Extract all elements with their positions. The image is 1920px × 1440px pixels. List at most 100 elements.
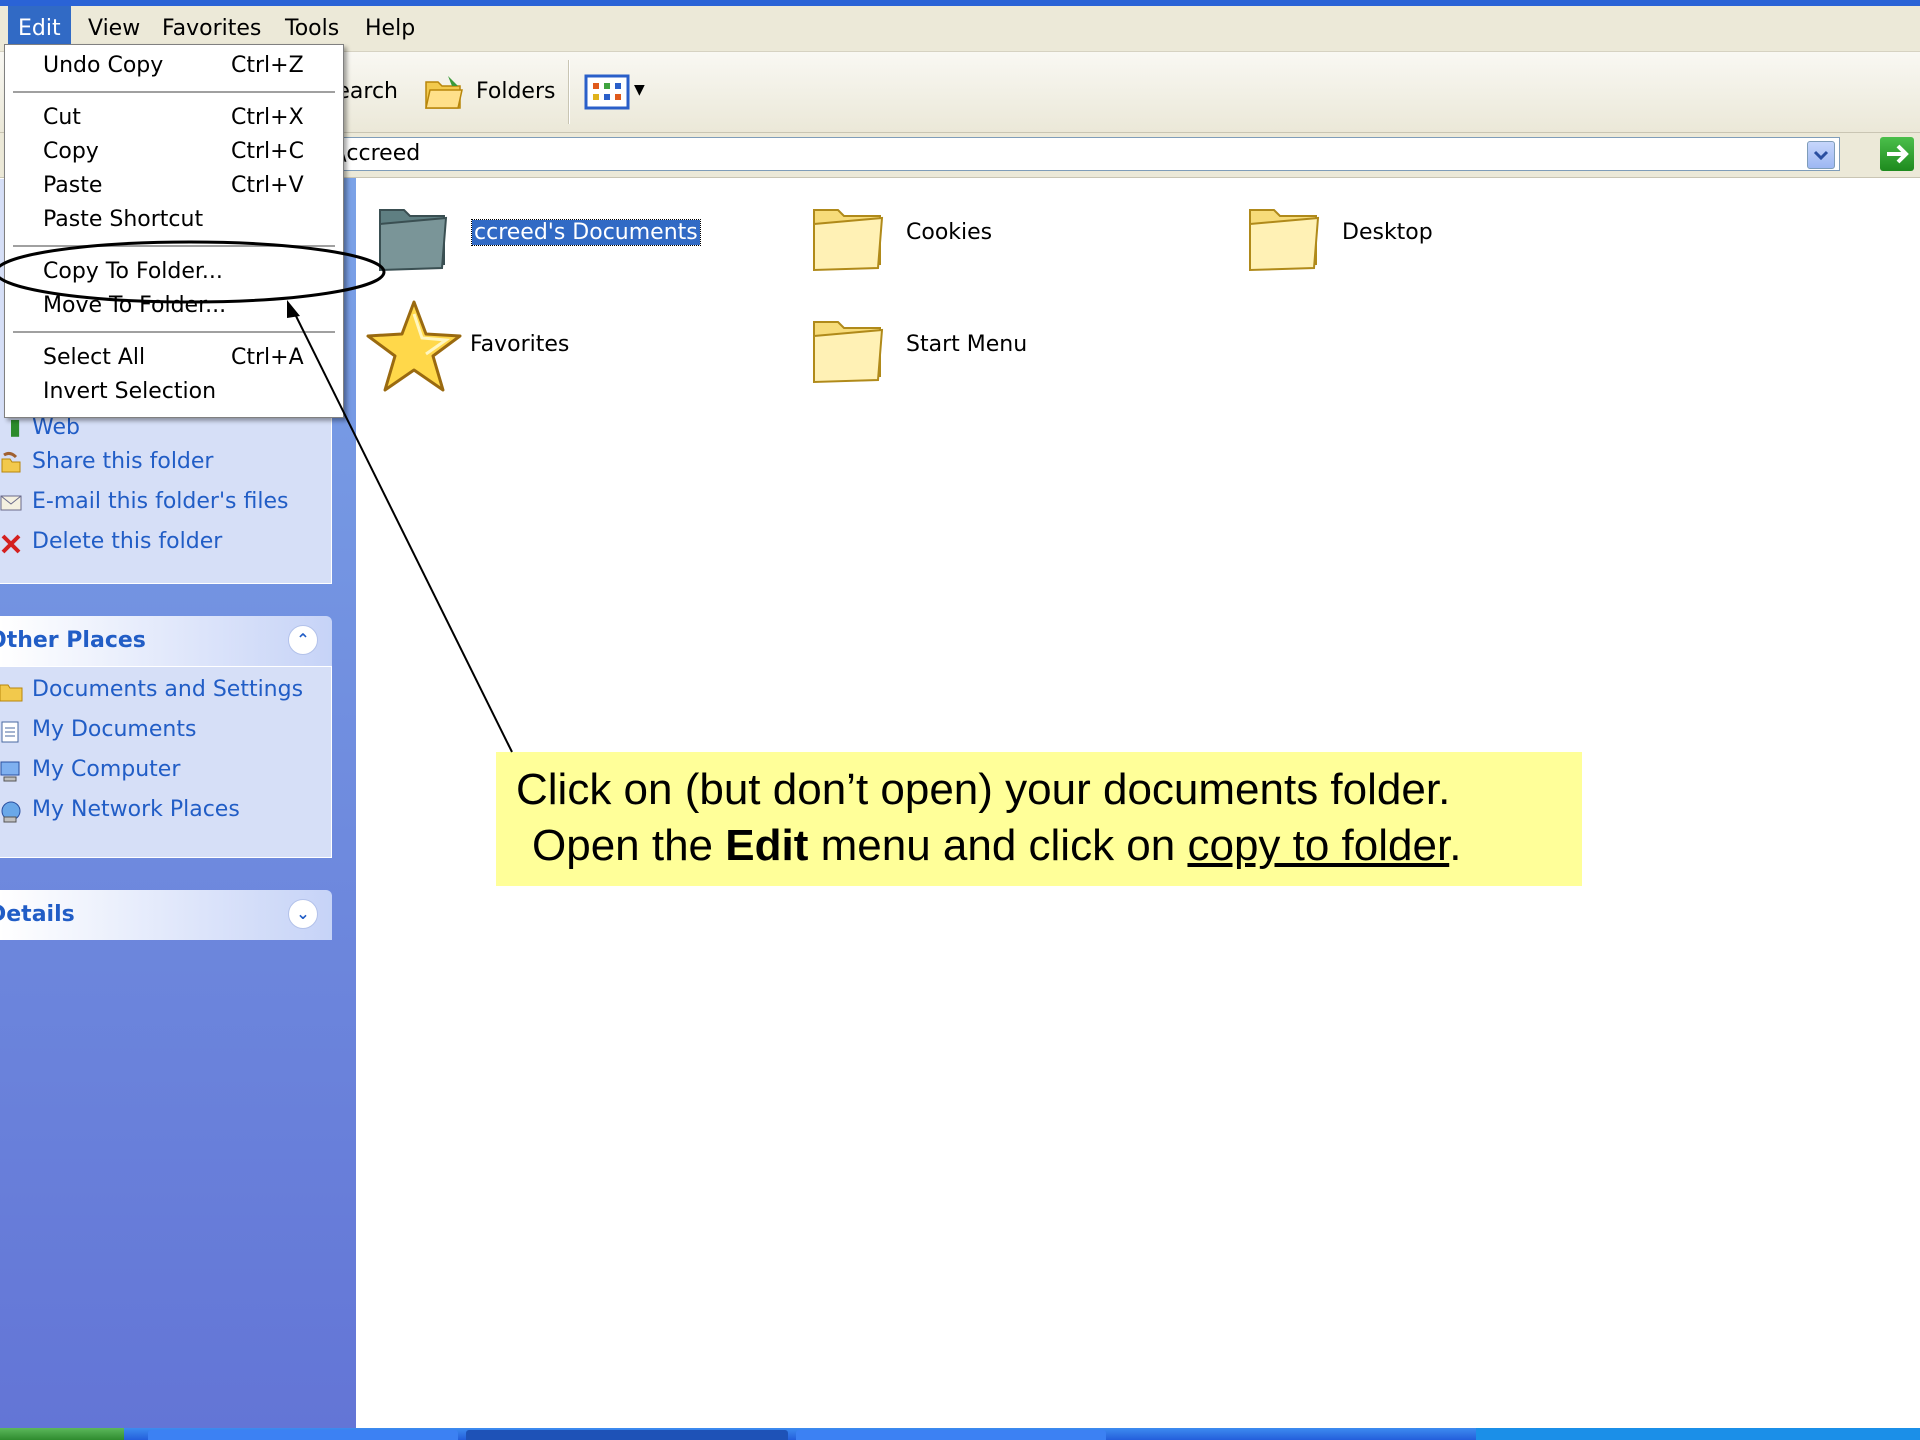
place-label: Documents and Settings — [32, 677, 304, 702]
star-icon — [366, 300, 462, 392]
taskbar — [0, 1428, 1920, 1440]
callout-text: Open the — [532, 821, 726, 870]
other-places-title: Other Places — [0, 628, 146, 653]
task-link-web[interactable]: ▮ Web — [9, 415, 80, 440]
place-documents-and-settings[interactable]: Documents and Settings — [0, 677, 304, 702]
file-item-favorites[interactable]: Favorites — [366, 298, 666, 394]
views-dropdown-arrow-icon: ▼ — [634, 82, 645, 98]
details-header[interactable]: Details ⌄ — [0, 890, 332, 940]
menu-item-label: Invert Selection — [43, 379, 217, 404]
task-link-label: Delete this folder — [32, 529, 223, 554]
menu-item-copy-to-folder[interactable]: Copy To Folder... — [5, 255, 343, 289]
callout-text: menu and click on — [808, 821, 1188, 870]
file-item-ccreeds-documents[interactable]: ccreed's Documents — [372, 196, 701, 276]
place-my-network-places[interactable]: My Network Places — [1, 797, 240, 823]
folder-icon — [1249, 209, 1320, 272]
address-input[interactable]: \ccreed — [330, 137, 1840, 171]
menu-separator — [13, 245, 335, 247]
menu-item-shortcut: Ctrl+Z — [231, 53, 304, 78]
expand-down-icon[interactable]: ⌄ — [288, 899, 318, 929]
address-value: \ccreed — [339, 141, 421, 166]
go-arrow-icon — [1887, 144, 1909, 164]
system-tray — [1476, 1428, 1920, 1440]
instruction-callout: Click on (but don’t open) your documents… — [496, 752, 1582, 886]
callout-line-2: Open the Edit menu and click on copy to … — [532, 818, 1461, 874]
menu-item-shortcut: Ctrl+C — [231, 139, 304, 164]
menu-item-label: Copy — [43, 139, 99, 164]
folders-button[interactable]: Folders — [420, 70, 560, 114]
address-dropdown-button[interactable] — [1807, 141, 1835, 169]
menu-item-copy[interactable]: Copy Ctrl+C — [5, 135, 343, 169]
file-label: Start Menu — [906, 332, 1028, 357]
details-title: Details — [0, 902, 75, 927]
callout-line-1: Click on (but don’t open) your documents… — [516, 765, 1451, 814]
file-label: Cookies — [906, 220, 993, 245]
menu-item-invert-selection[interactable]: Invert Selection — [5, 375, 343, 409]
callout-underlined-text: copy to folder — [1187, 821, 1450, 870]
taskbar-button-active[interactable] — [466, 1430, 788, 1440]
folders-button-label: Folders — [476, 79, 556, 104]
menu-item-label: Move To Folder... — [43, 293, 227, 318]
menu-item-paste-shortcut[interactable]: Paste Shortcut — [5, 203, 343, 237]
documents-folder-icon — [379, 209, 448, 272]
menu-item-paste[interactable]: Paste Ctrl+V — [5, 169, 343, 203]
task-link-email[interactable]: E-mail this folder's files — [0, 489, 289, 514]
place-label: My Network Places — [32, 797, 240, 822]
task-link-label: E-mail this folder's files — [32, 489, 289, 514]
folder-icon — [0, 684, 23, 702]
menu-item-label: Cut — [43, 105, 81, 130]
menu-help[interactable]: Help — [355, 6, 425, 51]
menu-separator — [13, 91, 335, 93]
computer-icon — [0, 761, 20, 782]
views-button[interactable]: ▼ — [584, 70, 648, 114]
task-link-label: Share this folder — [32, 449, 214, 474]
place-label: My Documents — [32, 717, 197, 742]
folder-icon — [813, 321, 884, 384]
file-item-desktop[interactable]: Desktop — [1244, 196, 1544, 276]
menu-item-label: Copy To Folder... — [43, 259, 223, 284]
menu-item-label: Paste Shortcut — [43, 207, 204, 232]
share-icon — [1, 451, 21, 473]
place-my-computer[interactable]: My Computer — [0, 757, 181, 782]
menu-separator — [13, 331, 335, 333]
toolbar-separator — [568, 60, 570, 124]
file-item-cookies[interactable]: Cookies — [808, 196, 1108, 276]
task-link-share[interactable]: Share this folder — [1, 449, 214, 474]
start-button[interactable] — [0, 1428, 124, 1440]
task-link-delete[interactable]: Delete this folder — [1, 529, 223, 554]
taskbar-button[interactable] — [796, 1430, 1106, 1440]
menu-item-label: Undo Copy — [43, 53, 164, 78]
menu-item-undo-copy[interactable]: Undo Copy Ctrl+Z — [5, 49, 343, 83]
menu-item-shortcut: Ctrl+X — [231, 105, 304, 130]
place-my-documents[interactable]: My Documents — [1, 717, 197, 743]
menu-item-shortcut: Ctrl+A — [231, 345, 304, 370]
go-button[interactable] — [1880, 137, 1914, 171]
other-places-panel: Documents and Settings My Documents My C… — [0, 666, 332, 858]
place-label: My Computer — [32, 757, 181, 782]
callout-text: . — [1449, 821, 1462, 870]
edit-menu-dropdown: Undo Copy Ctrl+Z Cut Ctrl+X Copy Ctrl+C … — [4, 44, 344, 418]
email-icon — [0, 495, 22, 511]
menu-item-select-all[interactable]: Select All Ctrl+A — [5, 341, 343, 375]
file-item-start-menu[interactable]: Start Menu — [808, 308, 1108, 388]
folder-icon — [813, 209, 884, 272]
menu-item-move-to-folder[interactable]: Move To Folder... — [5, 289, 343, 323]
file-label: Favorites — [470, 332, 570, 357]
delete-icon — [1, 534, 21, 554]
menu-item-shortcut: Ctrl+V — [231, 173, 304, 198]
menu-item-label: Select All — [43, 345, 146, 370]
menu-item-cut[interactable]: Cut Ctrl+X — [5, 101, 343, 135]
file-label: Desktop — [1342, 220, 1433, 245]
chevron-down-icon — [1813, 150, 1829, 161]
collapse-up-icon[interactable]: ⌃ — [288, 625, 318, 655]
documents-icon — [1, 721, 19, 743]
web-icon: ▮ — [8, 415, 22, 440]
views-icon — [584, 74, 630, 110]
menu-item-label: Paste — [43, 173, 103, 198]
taskbar-button[interactable] — [148, 1430, 458, 1440]
other-places-header[interactable]: Other Places ⌃ — [0, 616, 332, 666]
task-link-label: Web — [32, 415, 80, 440]
file-label: ccreed's Documents — [471, 219, 701, 246]
folders-icon — [425, 76, 463, 109]
network-icon — [1, 801, 21, 823]
